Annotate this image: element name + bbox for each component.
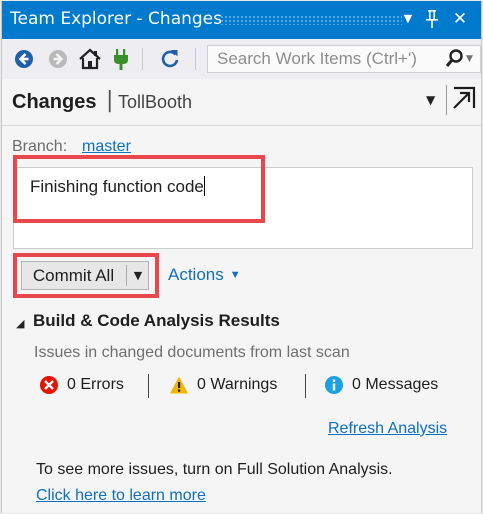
connect-icon[interactable] xyxy=(111,47,135,71)
search-input[interactable] xyxy=(208,46,430,72)
commit-message-field[interactable]: Finishing function code xyxy=(14,168,472,248)
window-title: Team Explorer - Changes xyxy=(10,9,223,29)
commit-dropdown-icon[interactable]: ▼ xyxy=(128,262,148,289)
section-title[interactable]: Build & Code Analysis Results xyxy=(33,311,280,331)
error-icon xyxy=(40,376,58,394)
home-icon[interactable] xyxy=(77,47,101,71)
commit-button-divider xyxy=(126,265,127,286)
header-separator xyxy=(446,85,447,115)
page-dropdown-icon[interactable]: ▼ xyxy=(426,87,442,113)
title-separator: | xyxy=(106,88,114,113)
close-icon[interactable]: ✕ xyxy=(450,7,470,31)
warning-icon xyxy=(170,376,188,394)
search-icon[interactable] xyxy=(444,48,464,70)
refresh-icon[interactable] xyxy=(158,47,182,71)
text-caret xyxy=(203,176,205,196)
refresh-analysis-link[interactable]: Refresh Analysis xyxy=(328,420,447,438)
messages-label: 0 Messages xyxy=(352,376,439,393)
title-grip[interactable] xyxy=(220,15,402,25)
actions-label: Actions xyxy=(168,265,224,284)
section-collapse-icon[interactable]: ◢ xyxy=(16,317,24,330)
branch-link[interactable]: master xyxy=(82,138,131,156)
branch-label: Branch: xyxy=(12,138,68,155)
commit-message-box[interactable]: Finishing function code xyxy=(13,167,473,249)
toolbar-separator xyxy=(195,48,196,70)
errors-label: 0 Errors xyxy=(67,376,124,393)
stat-separator xyxy=(305,374,306,398)
commit-all-button[interactable]: Commit All xyxy=(22,262,125,289)
issues-subtitle: Issues in changed documents from last sc… xyxy=(34,344,350,361)
full-analysis-info: To see more issues, turn on Full Solutio… xyxy=(36,461,393,478)
header-divider xyxy=(2,125,481,126)
toolbar-separator xyxy=(142,48,143,70)
repository-name: TollBooth xyxy=(118,92,193,112)
team-explorer-panel: Team Explorer - Changes ▼ ✕ Search Work … xyxy=(1,1,482,513)
undock-icon[interactable] xyxy=(451,85,477,113)
forward-icon[interactable] xyxy=(46,47,70,71)
pin-icon[interactable] xyxy=(422,7,442,31)
chevron-down-icon[interactable]: ▼ xyxy=(398,7,418,31)
learn-more-link[interactable]: Click here to learn more xyxy=(36,487,206,505)
page-title: Changes xyxy=(12,91,97,113)
toolbar: ▼ xyxy=(2,39,481,79)
actions-menu-link[interactable]: Actions ▼ xyxy=(168,265,241,285)
stat-separator xyxy=(148,374,149,398)
warnings-label: 0 Warnings xyxy=(197,376,278,393)
search-box: ▼ xyxy=(207,45,481,73)
actions-caret-icon: ▼ xyxy=(229,269,241,281)
title-bar[interactable]: Team Explorer - Changes ▼ ✕ xyxy=(2,1,481,39)
search-options-dropdown[interactable]: ▼ xyxy=(466,48,478,70)
commit-message-text: Finishing function code xyxy=(30,177,204,196)
info-icon xyxy=(325,376,343,394)
commit-all-split-button: Commit All ▼ xyxy=(21,261,149,290)
back-icon[interactable] xyxy=(12,47,36,71)
